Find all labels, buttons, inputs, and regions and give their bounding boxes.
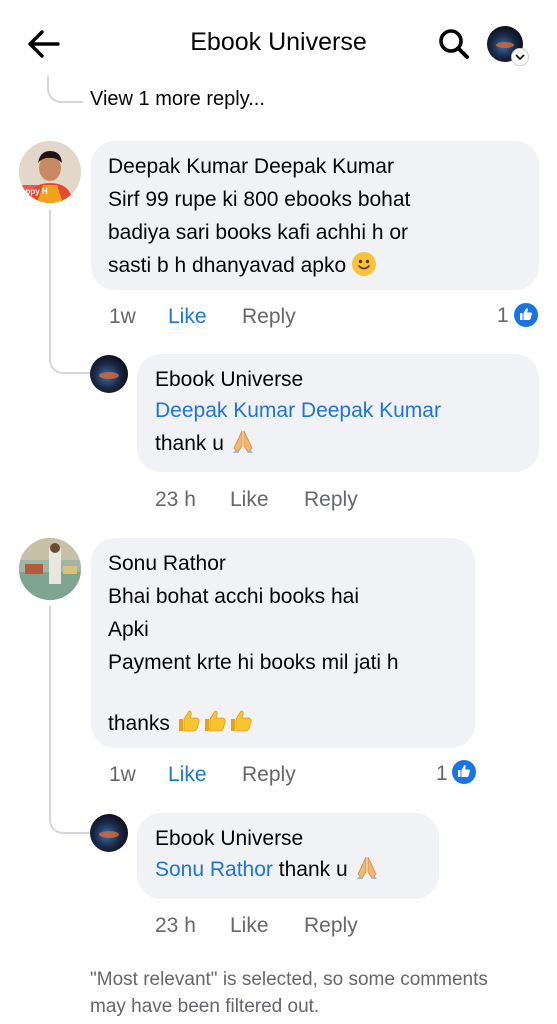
- comment-text: Sirf 99 rupe ki 800 ebooks bohat badiya …: [108, 183, 521, 282]
- avatar-sonu-rathor[interactable]: [19, 538, 81, 600]
- comment-line: badiya sari books kafi achhi h or: [108, 221, 408, 244]
- folded-hands-emoji: [356, 856, 377, 879]
- avatar-ebook-universe[interactable]: [90, 355, 128, 393]
- reply-button[interactable]: Reply: [242, 305, 296, 329]
- like-button[interactable]: Like: [230, 914, 269, 938]
- reply-text: Deepak Kumar Deepak Kumar thank u: [155, 394, 521, 460]
- like-button[interactable]: Like: [168, 763, 207, 787]
- comment-line: [108, 679, 457, 707]
- reply-message: thank u: [155, 432, 224, 455]
- comment-line: thanks: [108, 707, 457, 740]
- comment-line-text: thanks: [108, 712, 170, 735]
- thumbs-up-emoji: [230, 710, 252, 732]
- avatar-overlay-text: appy H: [21, 187, 48, 196]
- filter-notice: "Most relevant" is selected, so some com…: [90, 969, 488, 1017]
- reply-text: Sonu Rathor thank u: [155, 853, 421, 886]
- reply-timestamp: 23 h: [155, 488, 196, 511]
- reaction-count[interactable]: 1: [436, 762, 448, 786]
- thumbs-up-emoji: [178, 710, 200, 732]
- comment-timestamp: 1w: [109, 763, 136, 786]
- profile-menu-button[interactable]: [487, 24, 529, 66]
- avatar-ebook-universe[interactable]: [90, 814, 128, 852]
- like-reaction-icon: [450, 758, 478, 786]
- like-button[interactable]: Like: [230, 488, 269, 512]
- reply-bubble[interactable]: Ebook Universe Deepak Kumar Deepak Kumar…: [137, 354, 539, 472]
- thumbs-up-emoji-group: [176, 710, 254, 735]
- avatar-deepak-kumar[interactable]: appy H: [19, 141, 81, 203]
- reply-message: thank u: [278, 858, 348, 881]
- comment-bubble[interactable]: Deepak Kumar Deepak Kumar Sirf 99 rupe k…: [91, 141, 539, 290]
- mention-link[interactable]: Sonu Rathor: [155, 858, 273, 881]
- folded-hands-emoji: [232, 430, 253, 453]
- reply-bubble[interactable]: Ebook Universe Sonu Rathor thank u: [137, 813, 439, 899]
- mention-link[interactable]: Deepak Kumar Deepak Kumar: [155, 394, 521, 427]
- search-button[interactable]: [434, 24, 474, 64]
- thread-connector: [47, 76, 83, 103]
- comment-line: Bhai bohat acchi books hai: [108, 585, 360, 608]
- smiling-face-emoji: [352, 252, 377, 276]
- chevron-down-icon: [511, 48, 529, 66]
- like-button[interactable]: Like: [168, 305, 207, 329]
- comment-author[interactable]: Sonu Rathor: [108, 552, 457, 576]
- comment-line: Sirf 99 rupe ki 800 ebooks bohat: [108, 188, 411, 211]
- thread-line: [49, 606, 51, 772]
- thread-line: [49, 210, 51, 310]
- reply-button[interactable]: Reply: [304, 488, 358, 512]
- reply-author[interactable]: Ebook Universe: [155, 368, 521, 392]
- comment-timestamp: 1w: [109, 305, 136, 328]
- comment-text: Bhai bohat acchi books hai Apki Payment …: [108, 580, 457, 740]
- comment-bubble[interactable]: Sonu Rathor Bhai bohat acchi books hai A…: [91, 538, 475, 748]
- reply-button[interactable]: Reply: [242, 763, 296, 787]
- reaction-count[interactable]: 1: [497, 304, 509, 328]
- view-more-replies-link[interactable]: View 1 more reply...: [90, 88, 265, 111]
- avatar-image: [19, 538, 81, 600]
- reply-author[interactable]: Ebook Universe: [155, 827, 421, 851]
- comment-line: sasti b h dhanyavad apko: [108, 249, 521, 282]
- search-icon: [439, 29, 469, 59]
- reply-timestamp: 23 h: [155, 914, 196, 937]
- thread-connector: [49, 770, 91, 834]
- thumbs-up-emoji: [204, 710, 226, 732]
- comment-line-text: sasti b h dhanyavad apko: [108, 254, 347, 277]
- reply-button[interactable]: Reply: [304, 914, 358, 938]
- reply-line: thank u: [155, 427, 521, 460]
- comment-line: Apki: [108, 618, 149, 641]
- comment-author[interactable]: Deepak Kumar Deepak Kumar: [108, 155, 521, 179]
- thread-connector: [49, 308, 91, 374]
- comment-line: Payment krte hi books mil jati h: [108, 651, 399, 674]
- like-reaction-icon: [512, 301, 540, 329]
- top-bar: Ebook Universe: [0, 0, 557, 88]
